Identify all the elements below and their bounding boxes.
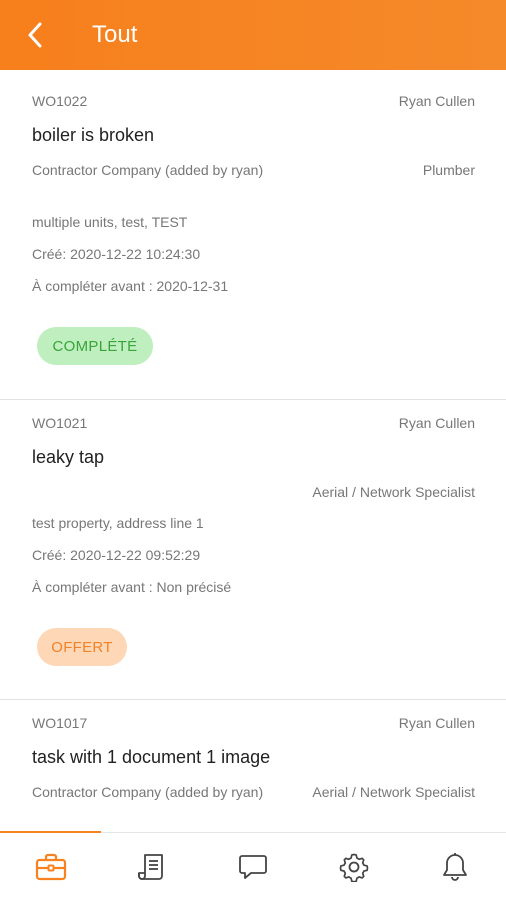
assignee-name: Ryan Cullen: [398, 93, 475, 109]
trade-label: Plumber: [422, 162, 475, 178]
bell-icon: [443, 852, 468, 881]
work-order-title: task with 1 document 1 image: [32, 747, 271, 767]
company-name: Contractor Company (added by ryan): [32, 162, 264, 178]
created-date: Créé: 2020-12-22 09:52:29: [32, 547, 201, 563]
status-badge: COMPLÉTÉ: [37, 327, 153, 365]
work-order-card[interactable]: WO1017 Ryan Cullen task with 1 document …: [0, 700, 506, 832]
work-order-id: WO1017: [32, 715, 88, 731]
back-button[interactable]: [0, 0, 70, 70]
work-order-id: WO1021: [32, 415, 88, 431]
work-order-list[interactable]: WO1022 Ryan Cullen boiler is broken Cont…: [0, 70, 506, 832]
chevron-left-icon: [28, 22, 42, 48]
document-icon: [137, 853, 163, 880]
briefcase-icon: [35, 853, 66, 880]
property-address: multiple units, test, TEST: [32, 214, 188, 230]
bottom-tab-bar: [0, 831, 506, 900]
work-order-id: WO1022: [32, 93, 88, 109]
work-order-title: boiler is broken: [32, 125, 155, 145]
assignee-name: Ryan Cullen: [398, 415, 475, 431]
app-header: Tout: [0, 0, 506, 70]
chat-icon: [239, 854, 267, 879]
work-order-card[interactable]: WO1021 Ryan Cullen leaky tap Aerial / Ne…: [0, 400, 506, 700]
company-name: Contractor Company (added by ryan): [32, 784, 264, 800]
tab-settings[interactable]: [304, 833, 405, 900]
page-title: Tout: [92, 21, 138, 48]
created-date: Créé: 2020-12-22 10:24:30: [32, 246, 201, 262]
work-order-card[interactable]: WO1022 Ryan Cullen boiler is broken Cont…: [0, 70, 506, 400]
trade-label: Aerial / Network Specialist: [312, 484, 475, 500]
property-address: test property, address line 1: [32, 515, 204, 531]
due-date: À compléter avant : Non précisé: [32, 579, 232, 595]
tab-documents[interactable]: [101, 833, 202, 900]
gear-icon: [339, 853, 369, 882]
status-badge: OFFERT: [37, 628, 127, 666]
tab-notifications[interactable]: [405, 833, 506, 900]
work-order-title: leaky tap: [32, 447, 105, 467]
tab-messages[interactable]: [202, 833, 303, 900]
tab-work-orders[interactable]: [0, 831, 101, 900]
assignee-name: Ryan Cullen: [398, 715, 475, 731]
active-tab-indicator: [0, 831, 101, 833]
due-date: À compléter avant : 2020-12-31: [32, 278, 229, 294]
trade-label: Aerial / Network Specialist: [312, 784, 475, 800]
